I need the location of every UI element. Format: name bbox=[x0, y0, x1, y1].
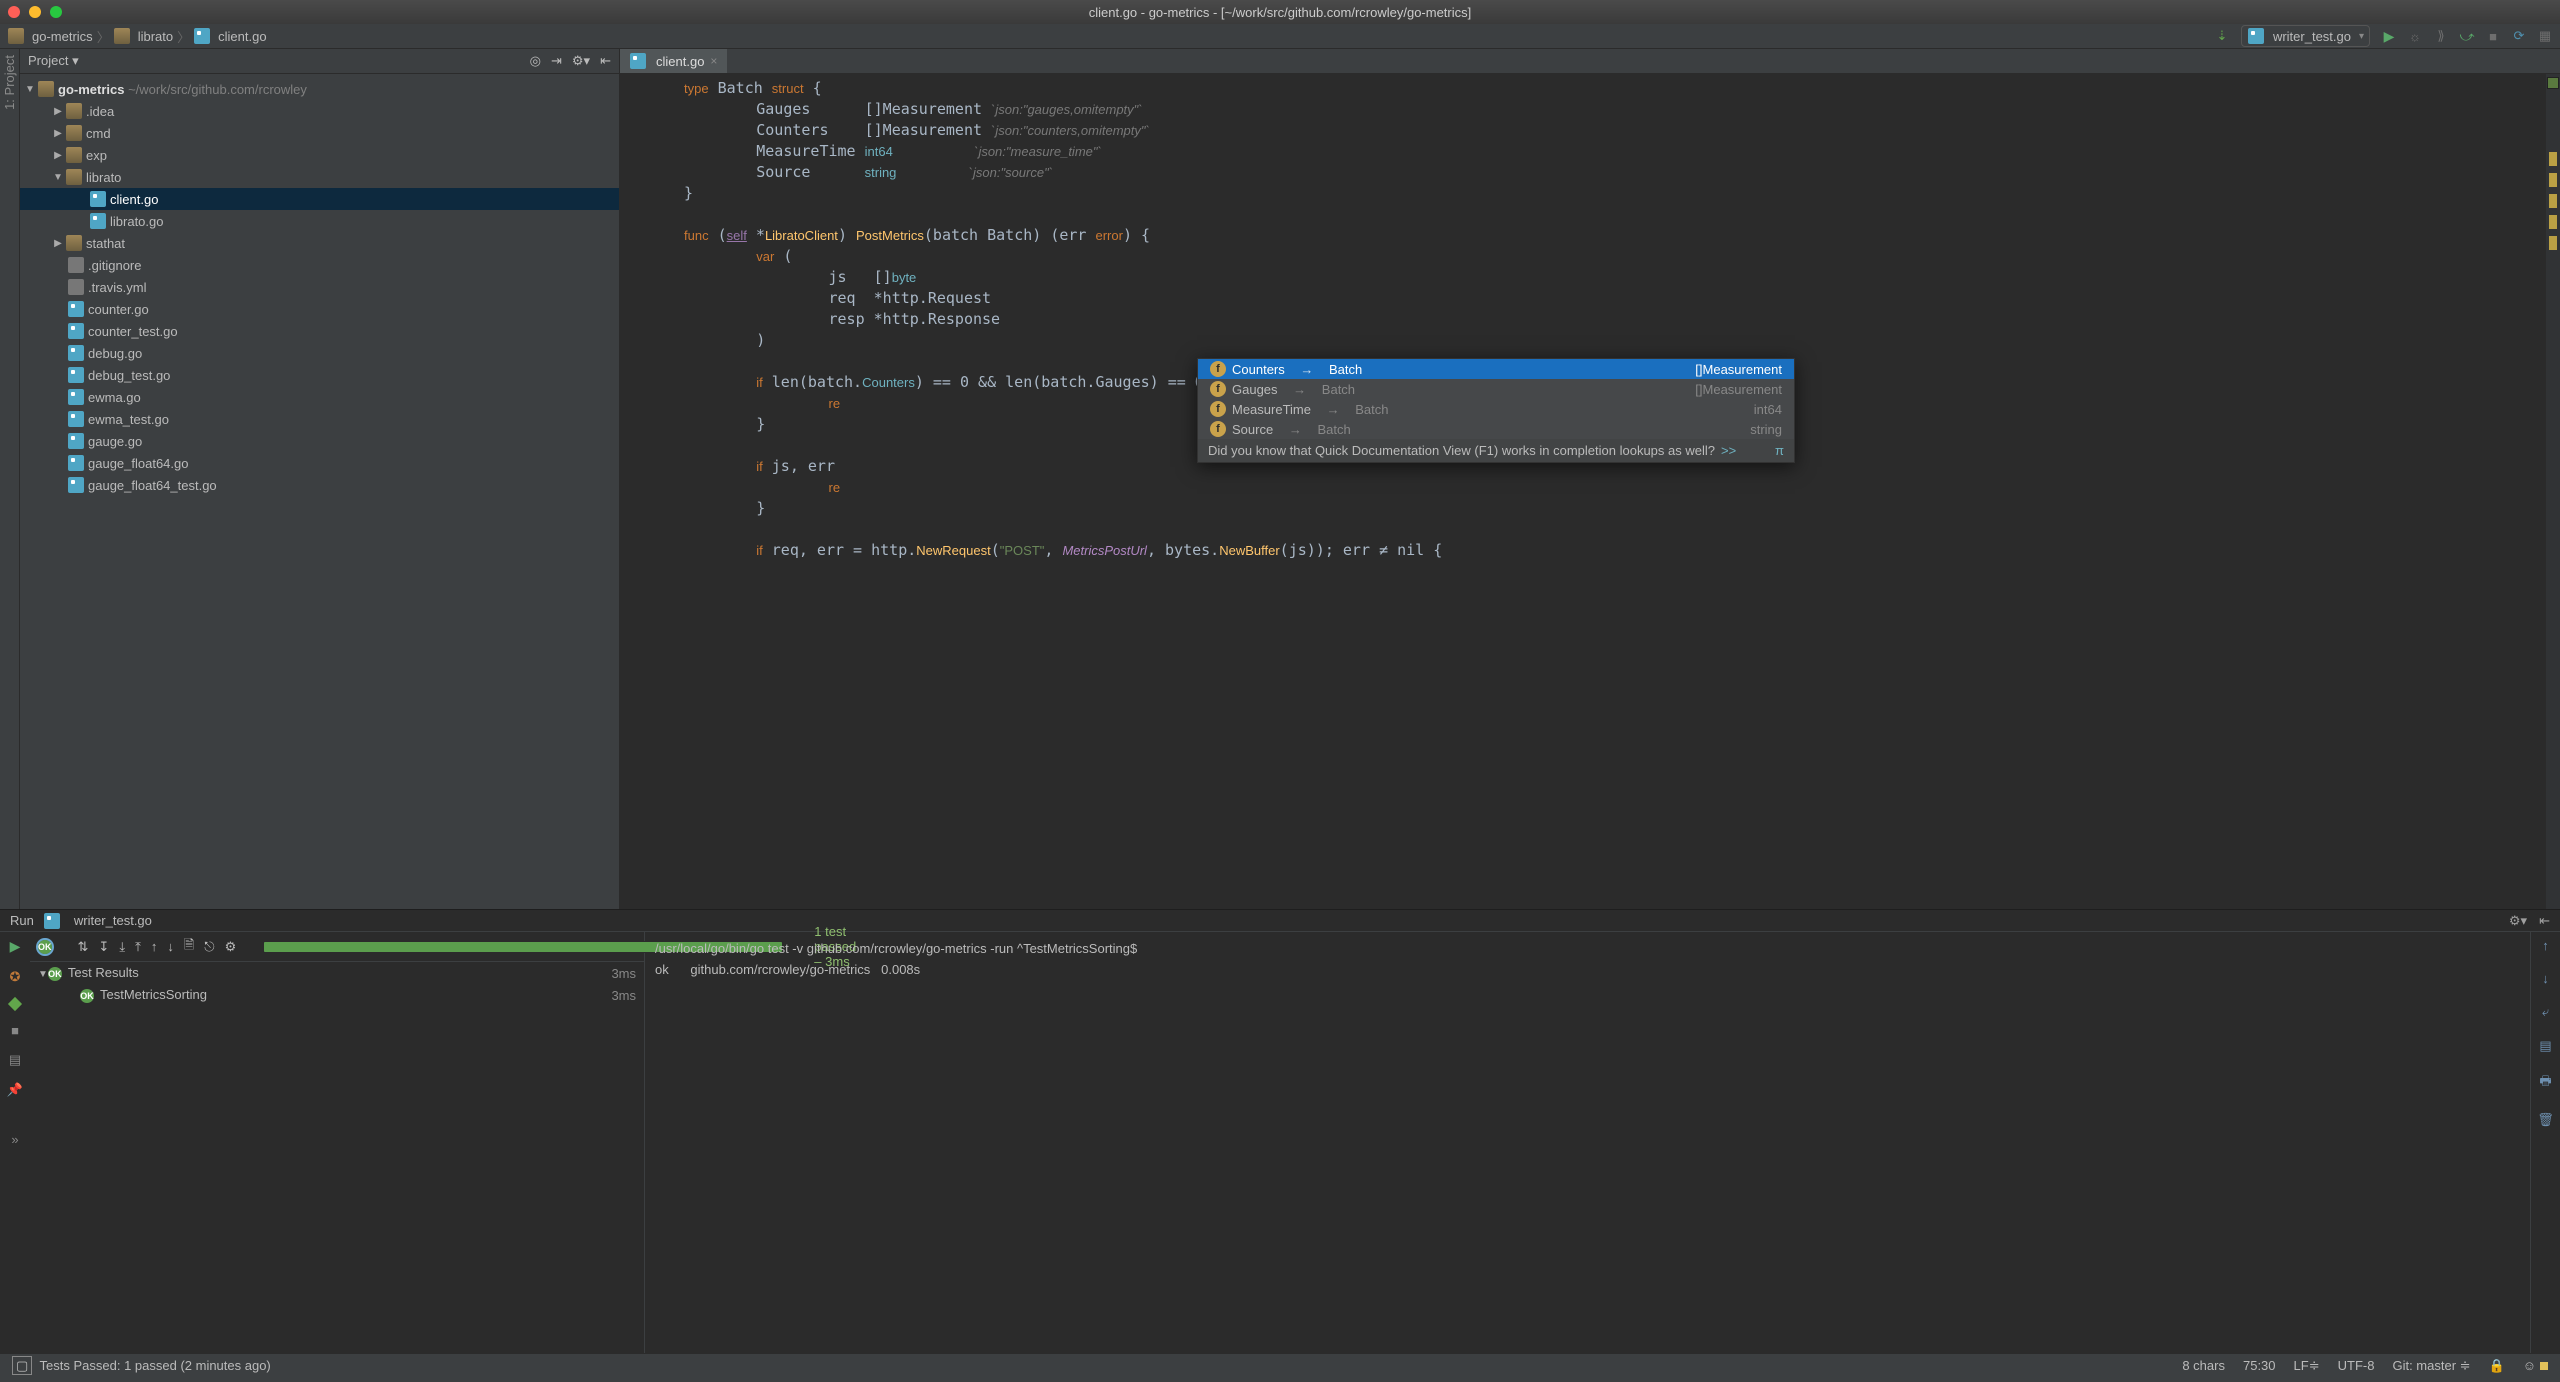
sort-icon[interactable]: ⇅ bbox=[78, 939, 89, 955]
hide-icon[interactable]: ⇤ bbox=[2539, 913, 2550, 929]
expand-icon[interactable]: » bbox=[11, 1132, 18, 1147]
attach-icon[interactable] bbox=[8, 997, 22, 1011]
tree-item-selected: client.go bbox=[20, 188, 619, 210]
tsettings-icon[interactable]: ⚙ bbox=[225, 939, 237, 955]
profile-button[interactable]: ⤻ bbox=[2460, 29, 2474, 43]
build-icon[interactable]: ⇣ bbox=[2215, 29, 2229, 43]
line-gutter[interactable] bbox=[620, 74, 680, 909]
ok-filter[interactable]: OK bbox=[38, 940, 52, 954]
completion-item[interactable]: fSource → Batch string bbox=[1198, 419, 1794, 439]
status-bar: ▢ Tests Passed: 1 passed (2 minutes ago)… bbox=[0, 1353, 2560, 1377]
error-stripe[interactable] bbox=[2546, 74, 2560, 909]
completion-item[interactable]: fCounters → Batch []Measurement bbox=[1198, 359, 1794, 379]
up-icon[interactable]: ↑ bbox=[151, 939, 158, 954]
print-icon[interactable]: 🖶 bbox=[2539, 1072, 2551, 1094]
collapse-icon[interactable]: ⇥ bbox=[551, 53, 562, 69]
debug-toggle[interactable]: ✪ bbox=[10, 969, 21, 985]
sort2-icon[interactable]: ↧ bbox=[98, 939, 109, 955]
project-tool-button[interactable]: 1: Project bbox=[2, 55, 17, 110]
structure-icon[interactable]: ▦ bbox=[2538, 29, 2552, 43]
coverage-button[interactable]: ⟫ bbox=[2434, 29, 2448, 43]
history-icon[interactable]: 🗎 bbox=[184, 936, 194, 958]
breadcrumb: go-metrics 〉 librato 〉 client.go bbox=[8, 27, 267, 46]
test-root[interactable]: ▼OKTest Results3ms bbox=[30, 962, 644, 984]
window-titlebar: client.go - go-metrics - [~/work/src/git… bbox=[0, 0, 2560, 24]
gear-icon[interactable]: ⚙▾ bbox=[2509, 913, 2527, 929]
trash-icon[interactable]: 🗑 bbox=[2537, 1112, 2554, 1128]
tab-client-go[interactable]: client.go× bbox=[620, 49, 727, 73]
breadcrumb-folder[interactable]: librato bbox=[114, 28, 173, 44]
status-encoding[interactable]: UTF-8 bbox=[2338, 1358, 2375, 1373]
status-message: Tests Passed: 1 passed (2 minutes ago) bbox=[40, 1358, 271, 1373]
completion-popup[interactable]: fCounters → Batch []Measurement fGauges … bbox=[1197, 358, 1795, 463]
wrap-icon[interactable]: ⤶ bbox=[2542, 1004, 2549, 1020]
down-icon[interactable]: ↓ bbox=[167, 939, 174, 954]
breadcrumb-file[interactable]: client.go bbox=[194, 28, 266, 44]
test-item[interactable]: OKTestMetricsSorting3ms bbox=[30, 984, 644, 1006]
chevron-right-icon: 〉 bbox=[97, 27, 110, 46]
run-button[interactable]: ▶ bbox=[2382, 29, 2396, 43]
gear-icon[interactable]: ⚙▾ bbox=[572, 53, 590, 69]
import-icon[interactable]: ⤓ bbox=[119, 939, 125, 955]
close-icon[interactable]: × bbox=[710, 54, 717, 68]
export-icon[interactable]: ⤒ bbox=[135, 939, 141, 955]
scroll-icon[interactable]: ▤ bbox=[2539, 1038, 2551, 1054]
lock-icon[interactable]: 🔒 bbox=[2489, 1358, 2505, 1374]
debug-button[interactable]: ☼ bbox=[2408, 29, 2422, 43]
sync-icon[interactable]: ⟳ bbox=[2512, 29, 2526, 43]
hide-icon[interactable]: ⇤ bbox=[600, 53, 611, 69]
completion-item[interactable]: fMeasureTime → Batch int64 bbox=[1198, 399, 1794, 419]
chevron-right-icon: 〉 bbox=[177, 27, 190, 46]
export2-icon[interactable]: ⎋ bbox=[204, 939, 214, 955]
run-label[interactable]: Run bbox=[10, 913, 34, 928]
up-arrow-icon[interactable]: ↑ bbox=[2542, 938, 2549, 953]
breadcrumb-root[interactable]: go-metrics bbox=[8, 28, 93, 44]
target-icon[interactable]: ◎ bbox=[530, 53, 541, 69]
run-config-select[interactable]: writer_test.go bbox=[2241, 25, 2370, 47]
inspections-icon[interactable]: ☺ bbox=[2523, 1358, 2548, 1373]
tool-windows-icon[interactable]: ▢ bbox=[12, 1356, 32, 1375]
console-output[interactable]: /usr/local/go/bin/go test -v github.com/… bbox=[645, 932, 2530, 1353]
stop-button[interactable]: ■ bbox=[2486, 29, 2500, 43]
rerun-button[interactable]: ▶ bbox=[10, 938, 21, 955]
down-arrow-icon[interactable]: ↓ bbox=[2542, 971, 2549, 986]
status-eol[interactable]: LF≑ bbox=[2294, 1358, 2320, 1374]
run-tool-window: Run writer_test.go ⚙▾ ⇤ ▶ ✪ ■ ▤ 📌 » OK ⇅ … bbox=[0, 909, 2560, 1353]
status-chars: 8 chars bbox=[2182, 1358, 2225, 1373]
project-title[interactable]: Project bbox=[28, 53, 68, 68]
code-editor[interactable]: type Batch struct { Gauges []Measurement… bbox=[680, 74, 2546, 909]
stop-icon[interactable]: ■ bbox=[11, 1023, 19, 1038]
completion-hint: Did you know that Quick Documentation Vi… bbox=[1198, 439, 1794, 462]
completion-item[interactable]: fGauges → Batch []Measurement bbox=[1198, 379, 1794, 399]
test-tree[interactable]: OK ⇅ ↧ ⤓ ⤒ ↑ ↓ 🗎 ⎋ ⚙ 1 test passed – 3ms… bbox=[30, 932, 645, 1353]
left-tool-gutter: 1: Project bbox=[0, 49, 20, 909]
status-git[interactable]: Git: master ≑ bbox=[2392, 1358, 2470, 1374]
pin-icon[interactable]: 📌 bbox=[7, 1082, 23, 1098]
status-position[interactable]: 75:30 bbox=[2243, 1358, 2276, 1373]
project-tree[interactable]: ▼go-metrics ~/work/src/github.com/rcrowl… bbox=[20, 74, 619, 500]
navigation-bar: go-metrics 〉 librato 〉 client.go ⇣ write… bbox=[0, 24, 2560, 49]
window-title: client.go - go-metrics - [~/work/src/git… bbox=[0, 5, 2560, 20]
run-config-name[interactable]: writer_test.go bbox=[74, 913, 152, 928]
dump-icon[interactable]: ▤ bbox=[9, 1052, 21, 1068]
project-panel: Project ▾ ◎ ⇥ ⚙▾ ⇤ ▼go-metrics ~/work/sr… bbox=[20, 49, 620, 909]
